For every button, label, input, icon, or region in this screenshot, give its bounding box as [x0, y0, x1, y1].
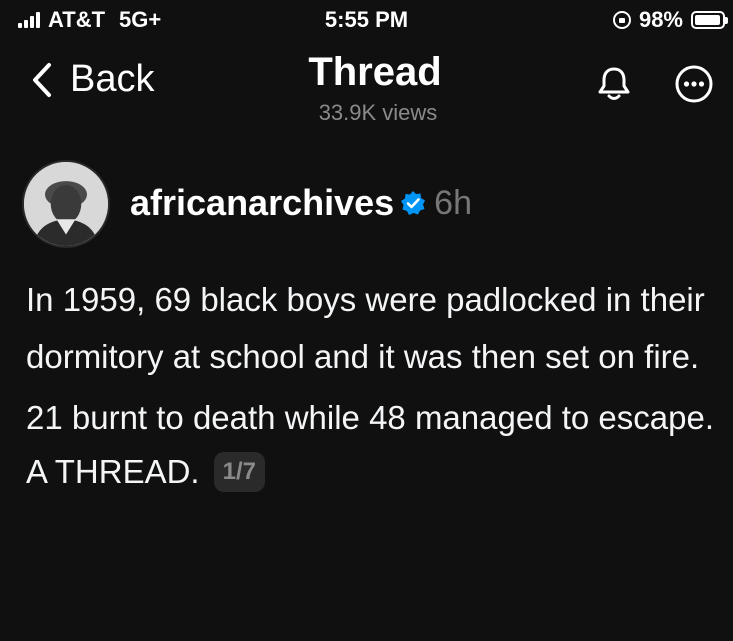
- status-bar: AT&T 5G+ 5:55 PM 98%: [0, 0, 733, 40]
- username[interactable]: africanarchives: [130, 182, 394, 224]
- bell-icon: [598, 67, 630, 100]
- avatar[interactable]: [22, 160, 110, 248]
- avatar-portrait-image: [24, 162, 108, 246]
- post-paragraph: 21 burnt to death while 48 managed to es…: [26, 398, 714, 436]
- verified-badge-icon: [401, 191, 426, 215]
- more-options-button[interactable]: [672, 62, 716, 106]
- post-closing-line: A THREAD. 1/7: [26, 452, 726, 493]
- thread-counter-badge: 1/7: [213, 452, 265, 493]
- thread-label: A THREAD.: [26, 453, 200, 491]
- status-bar-right: 98%: [612, 7, 728, 33]
- post-timestamp: 6h: [434, 183, 472, 222]
- post-paragraph: In 1959, 69 black boys were padlocked in…: [26, 281, 705, 375]
- username-row: africanarchives 6h: [130, 182, 472, 224]
- post-body: In 1959, 69 black boys were padlocked in…: [26, 272, 726, 493]
- more-options-icon: [675, 65, 713, 103]
- orientation-lock-icon: [612, 11, 631, 29]
- notifications-button[interactable]: [592, 62, 636, 106]
- navigation-bar: Back Thread 33.9K views: [0, 46, 733, 126]
- battery-icon: [691, 11, 728, 29]
- post-header: africanarchives 6h: [22, 160, 722, 250]
- battery-percent: 98%: [638, 7, 683, 32]
